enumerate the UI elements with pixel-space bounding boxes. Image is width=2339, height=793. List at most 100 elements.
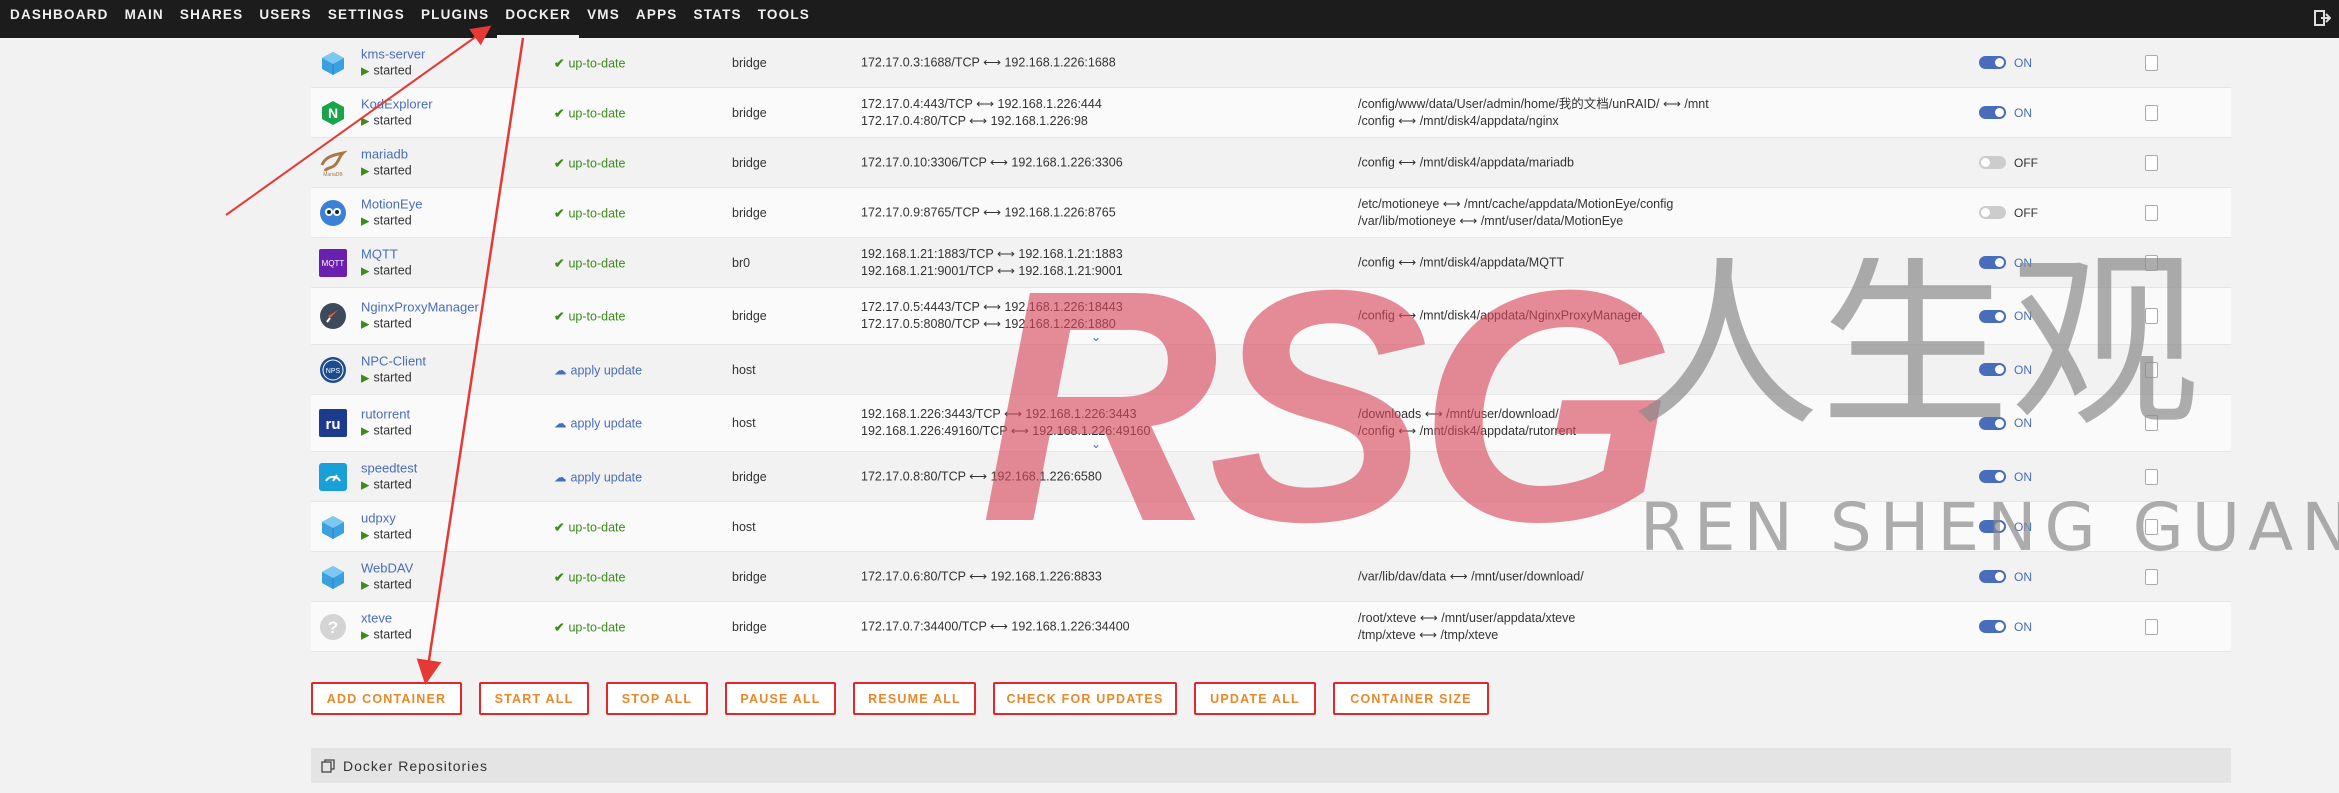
container-name-link[interactable]: KodExplorer <box>361 95 433 112</box>
container-select-checkbox[interactable] <box>2145 254 2158 271</box>
logout-icon[interactable] <box>2313 9 2331 27</box>
nav-item-stats[interactable]: STATS <box>685 0 749 38</box>
container-version-status[interactable]: ☁ apply update <box>554 469 642 484</box>
container-select-checkbox[interactable] <box>2145 104 2158 121</box>
autostart-toggle[interactable]: ON <box>1979 106 2032 120</box>
container-version-status[interactable]: ☁ apply update <box>554 362 642 377</box>
port-mapping: 192.168.1.226:3443/TCP ⟷ 192.168.1.226:3… <box>861 407 1137 421</box>
nav-item-apps[interactable]: APPS <box>628 0 686 38</box>
docker-whale-icon[interactable] <box>319 49 347 77</box>
autostart-toggle[interactable]: ON <box>1979 363 2032 377</box>
update-all-button[interactable]: UPDATE ALL <box>1194 682 1316 715</box>
nginx-icon[interactable]: N <box>319 99 347 127</box>
container-row-speedtest: speedtest ▶ started ☁ apply update bridge 172.… <box>311 452 2231 502</box>
container-port-mappings: 172.17.0.3:1688/TCP ⟷ 192.168.1.226:1688 <box>861 54 1116 71</box>
container-name-link[interactable]: NPC-Client <box>361 352 426 369</box>
container-name-link[interactable]: WebDAV <box>361 559 413 576</box>
container-select-checkbox[interactable] <box>2145 568 2158 585</box>
container-name-link[interactable]: rutorrent <box>361 406 412 423</box>
docker-whale-icon[interactable] <box>319 513 347 541</box>
nav-item-shares[interactable]: SHARES <box>172 0 251 38</box>
speedtest-icon[interactable] <box>319 462 347 491</box>
toggle-switch[interactable] <box>1979 470 2006 483</box>
add-container-button[interactable]: ADD CONTAINER <box>311 682 462 715</box>
container-select-checkbox[interactable] <box>2145 415 2158 431</box>
motioneye-icon[interactable] <box>319 199 347 227</box>
nav-item-tools[interactable]: TOOLS <box>750 0 818 38</box>
rutorrent-icon[interactable]: ru <box>319 409 347 437</box>
container-name-link[interactable]: mariadb <box>361 145 412 162</box>
nav-item-vms[interactable]: VMS <box>579 0 628 38</box>
autostart-toggle[interactable]: ON <box>1979 570 2032 584</box>
docker-whale-icon[interactable] <box>319 563 347 591</box>
container-state-label: started <box>373 113 412 127</box>
container-version-label: up-to-date <box>568 570 626 584</box>
question-icon[interactable]: ? <box>319 613 347 641</box>
toggle-switch[interactable] <box>1979 520 2006 533</box>
autostart-toggle[interactable]: ON <box>1979 620 2032 634</box>
chevron-down-icon[interactable]: ⌄ <box>1091 330 1101 344</box>
container-select-checkbox[interactable] <box>2145 308 2158 324</box>
toggle-knob <box>1995 572 2004 581</box>
container-version-status[interactable]: ☁ apply update <box>554 416 642 431</box>
nav-item-docker[interactable]: DOCKER <box>497 0 580 38</box>
container-name-link[interactable]: xteve <box>361 609 412 626</box>
chevron-down-icon[interactable]: ⌄ <box>1091 437 1101 451</box>
mariadb-icon[interactable]: MariaDB <box>319 149 348 178</box>
check-for-updates-button[interactable]: CHECK FOR UPDATES <box>993 682 1177 715</box>
port-mapping: 172.17.0.7:34400/TCP ⟷ 192.168.1.226:344… <box>861 619 1130 633</box>
mqtt-icon[interactable]: MQTT <box>319 248 347 277</box>
port-mapping: 192.168.1.226:49160/TCP ⟷ 192.168.1.226:… <box>861 424 1151 438</box>
nav-item-dashboard[interactable]: DASHBOARD <box>2 0 117 38</box>
container-name-link[interactable]: NginxProxyManager <box>361 299 479 316</box>
autostart-toggle[interactable]: ON <box>1979 56 2032 70</box>
autostart-toggle[interactable]: ON <box>1979 309 2032 323</box>
stop-all-button[interactable]: STOP ALL <box>606 682 708 715</box>
container-name-link[interactable]: kms-server <box>361 45 425 62</box>
container-select-checkbox[interactable] <box>2145 518 2158 535</box>
toggle-switch[interactable] <box>1979 206 2006 219</box>
nav-item-main[interactable]: MAIN <box>117 0 172 38</box>
container-select-checkbox[interactable] <box>2145 204 2158 221</box>
docker-repositories-label: Docker Repositories <box>343 757 489 774</box>
container-name-link[interactable]: udpxy <box>361 509 412 526</box>
container-name-link[interactable]: speedtest <box>361 459 417 476</box>
docker-repositories-section[interactable]: Docker Repositories <box>311 748 2231 783</box>
container-size-button[interactable]: CONTAINER SIZE <box>1333 682 1489 715</box>
container-version-label: apply update <box>570 363 643 377</box>
container-version-label: up-to-date <box>568 520 626 534</box>
autostart-toggle[interactable]: OFF <box>1979 156 2038 170</box>
container-row-webdav: WebDAV ▶ started ✔ up-to-date bridge 172.17.0.… <box>311 552 2231 602</box>
toggle-switch[interactable] <box>1979 56 2006 69</box>
toggle-switch[interactable] <box>1979 256 2006 269</box>
container-port-mappings: 172.17.0.9:8765/TCP ⟷ 192.168.1.226:8765 <box>861 204 1116 221</box>
nav-item-settings[interactable]: SETTINGS <box>320 0 413 38</box>
start-all-button[interactable]: START ALL <box>479 682 589 715</box>
autostart-toggle[interactable]: ON <box>1979 416 2032 430</box>
toggle-switch[interactable] <box>1979 309 2006 323</box>
autostart-toggle[interactable]: ON <box>1979 470 2032 484</box>
rocket-icon[interactable] <box>319 302 347 330</box>
autostart-toggle[interactable]: ON <box>1979 256 2032 270</box>
toggle-switch[interactable] <box>1979 156 2006 169</box>
nav-item-users[interactable]: USERS <box>251 0 320 38</box>
container-name-link[interactable]: MotionEye <box>361 195 422 212</box>
toggle-switch[interactable] <box>1979 363 2006 376</box>
container-select-checkbox[interactable] <box>2145 468 2158 485</box>
container-select-checkbox[interactable] <box>2145 154 2158 171</box>
container-name-link[interactable]: MQTT <box>361 245 412 262</box>
resume-all-button[interactable]: RESUME ALL <box>853 682 976 715</box>
toggle-switch[interactable] <box>1979 416 2006 430</box>
container-select-checkbox[interactable] <box>2145 618 2158 635</box>
container-network: host <box>732 416 756 430</box>
container-select-checkbox[interactable] <box>2145 361 2158 378</box>
pause-all-button[interactable]: PAUSE ALL <box>725 682 836 715</box>
toggle-switch[interactable] <box>1979 106 2006 119</box>
autostart-toggle[interactable]: OFF <box>1979 206 2038 220</box>
container-select-checkbox[interactable] <box>2145 54 2158 71</box>
npc-icon[interactable]: NPS <box>319 356 347 384</box>
autostart-toggle[interactable]: ON <box>1979 520 2032 534</box>
nav-item-plugins[interactable]: PLUGINS <box>413 0 497 38</box>
toggle-switch[interactable] <box>1979 620 2006 633</box>
toggle-switch[interactable] <box>1979 570 2006 583</box>
